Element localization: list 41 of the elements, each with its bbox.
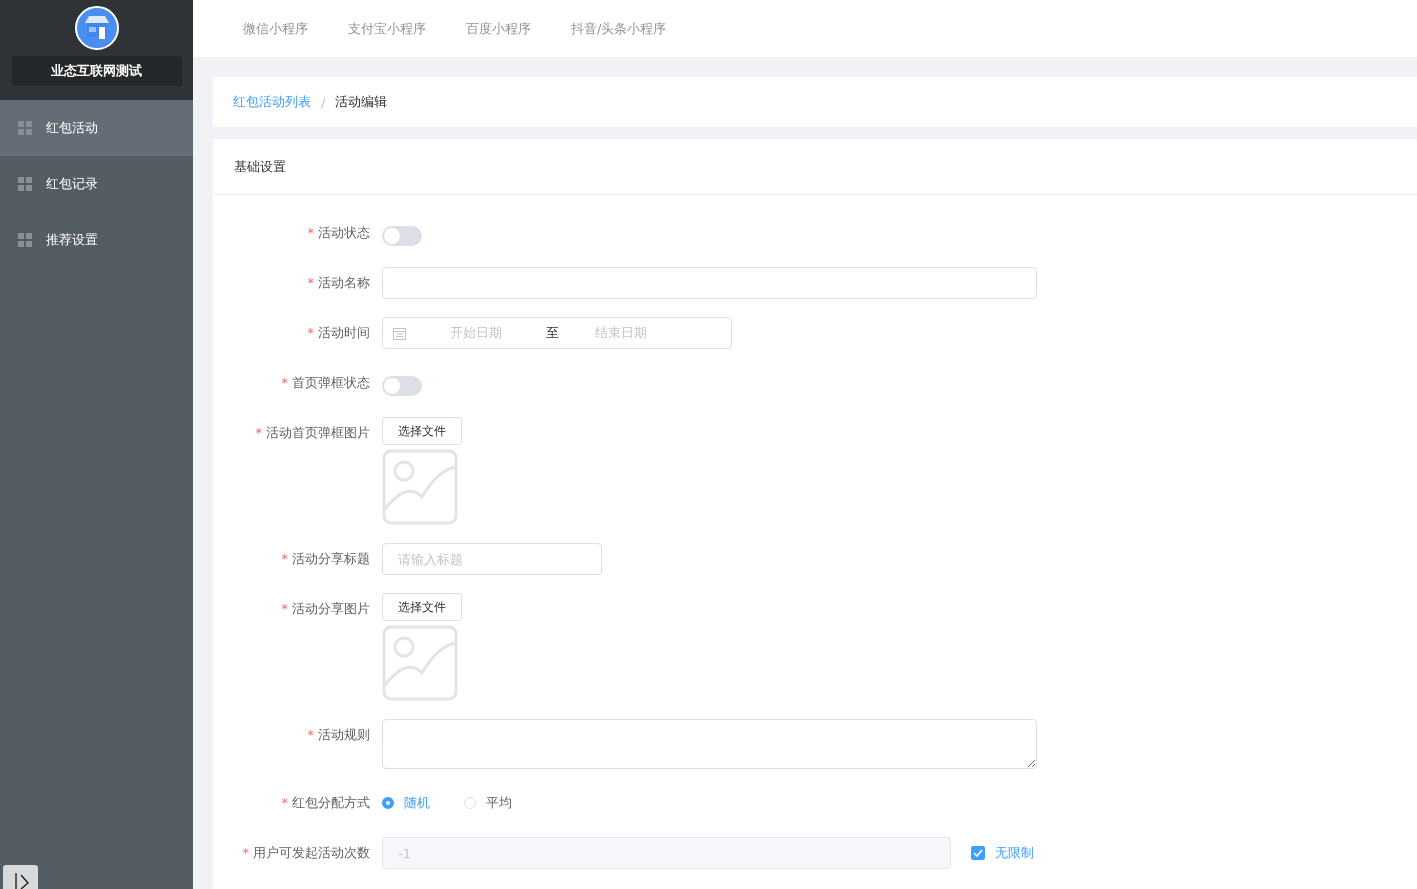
radio-option[interactable]: 随机 — [382, 794, 430, 812]
breadcrumb-current: 活动编辑 — [335, 93, 388, 111]
field-label: * 红包分配方式 — [280, 794, 371, 812]
field-label: * 首页弹框状态 — [280, 374, 371, 392]
field-label: * 活动名称 — [306, 274, 371, 292]
field-label: * 活动首页弹框图片 — [254, 424, 371, 442]
date-range-field[interactable]: 开始日期 至 结束日期 — [382, 317, 732, 349]
sidebar-item[interactable]: 红包活动 — [0, 100, 193, 156]
app-title: 业态互联网测试 — [11, 56, 182, 86]
field-label: * 用户可发起活动次数 — [241, 844, 371, 862]
image-placeholder-icon — [382, 625, 458, 701]
calendar-icon — [393, 326, 406, 340]
field-label: * 活动分享图片 — [280, 600, 371, 618]
field-label: * 活动时间 — [306, 324, 371, 342]
section-title: 基础设置 — [234, 157, 286, 176]
sidebar-item[interactable]: 推荐设置 — [0, 212, 193, 268]
platform-tab[interactable]: 抖音/头条小程序 — [571, 19, 667, 38]
sidebar-item[interactable]: 红包记录 — [0, 156, 193, 212]
grid-icon — [18, 121, 32, 135]
choose-file-button[interactable]: 选择文件 — [382, 417, 462, 445]
choose-file-button[interactable]: 选择文件 — [382, 593, 462, 621]
breadcrumb-link[interactable]: 红包活动列表 — [233, 93, 311, 111]
breadcrumb-separator: / — [321, 94, 326, 110]
field-label: * 活动分享标题 — [280, 550, 371, 568]
store-logo-icon — [74, 6, 119, 50]
platform-tab[interactable]: 百度小程序 — [466, 19, 531, 38]
expand-sidebar-button[interactable] — [3, 865, 38, 889]
checkmark-icon — [973, 849, 983, 857]
toggle-switch[interactable] — [382, 226, 422, 246]
platform-tab[interactable]: 支付宝小程序 — [348, 19, 426, 38]
field-label: * 活动规则 — [306, 726, 371, 744]
radio-option[interactable]: 平均 — [464, 794, 512, 812]
image-placeholder-icon — [382, 449, 458, 525]
grid-icon — [18, 177, 32, 191]
platform-tab[interactable]: 微信小程序 — [243, 19, 308, 38]
text-input[interactable]: 请输入标题 — [382, 543, 602, 575]
grid-icon — [18, 233, 32, 247]
field-label: * 活动状态 — [306, 224, 371, 242]
toggle-switch[interactable] — [382, 376, 422, 396]
text-input[interactable] — [382, 267, 1037, 299]
rules-textarea[interactable] — [382, 719, 1037, 769]
